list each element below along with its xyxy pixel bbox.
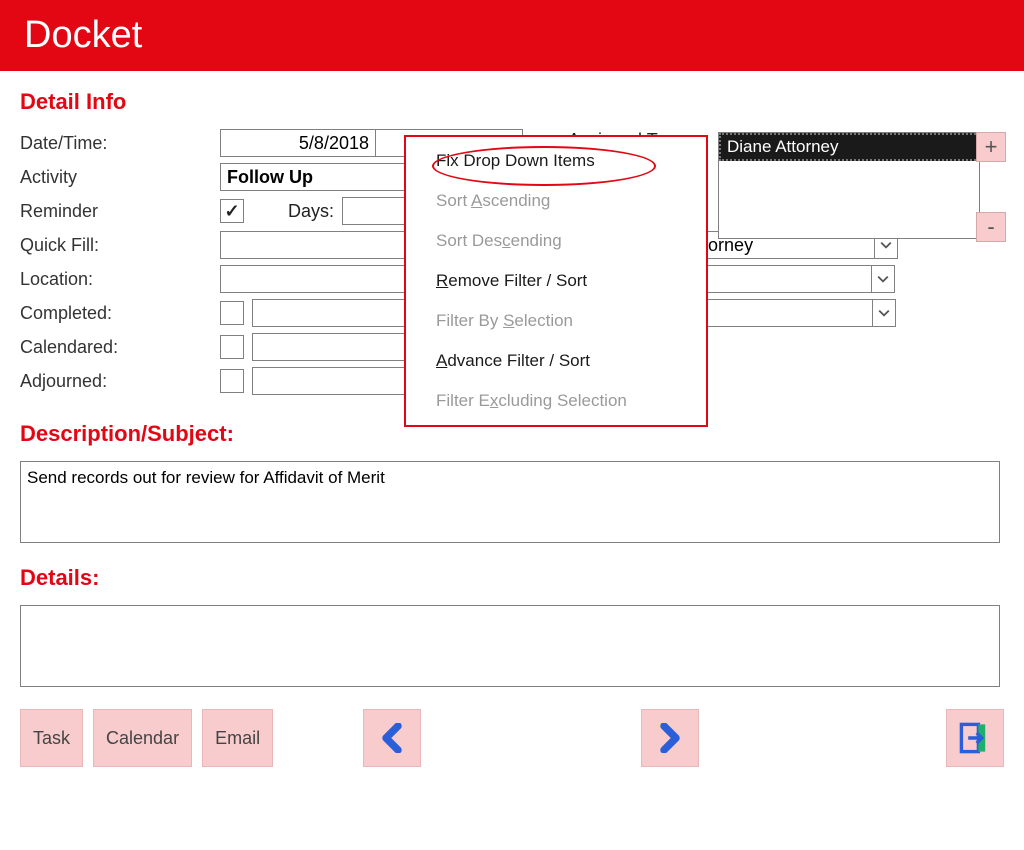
label-calendared: Calendared: bbox=[20, 337, 220, 358]
assigned-to-selected[interactable]: Diane Attorney bbox=[719, 133, 979, 161]
label-activity: Activity bbox=[20, 167, 220, 188]
chevron-right-icon bbox=[655, 723, 685, 753]
assigned-to-listbox[interactable]: Diane Attorney bbox=[718, 132, 980, 239]
prev-record-button[interactable] bbox=[363, 709, 421, 767]
menu-remove-filter[interactable]: Remove Filter / Sort bbox=[406, 261, 706, 301]
calendar-button[interactable]: Calendar bbox=[93, 709, 192, 767]
section-details: Details: bbox=[20, 565, 1004, 591]
completed-checkbox[interactable] bbox=[220, 301, 244, 325]
window-header: Docket bbox=[0, 0, 1024, 71]
menu-fix-dropdown[interactable]: Fix Drop Down Items bbox=[406, 141, 706, 181]
exit-button[interactable] bbox=[946, 709, 1004, 767]
window-title: Docket bbox=[24, 14, 142, 56]
date-input[interactable] bbox=[220, 129, 376, 157]
details-textarea[interactable] bbox=[20, 605, 1000, 687]
footer-toolbar: Task Calendar Email bbox=[0, 697, 1024, 779]
label-adjourned: Adjourned: bbox=[20, 371, 220, 392]
assigned-to-group: Assigned To: Diane Attorney bbox=[718, 132, 978, 239]
plus-icon: + bbox=[985, 134, 998, 160]
label-days: Days: bbox=[244, 201, 342, 222]
exit-icon bbox=[958, 721, 992, 755]
label-completed: Completed: bbox=[20, 303, 220, 324]
menu-sort-descending: Sort Descending bbox=[406, 221, 706, 261]
chevron-down-icon[interactable] bbox=[872, 300, 895, 326]
reminder-checkbox[interactable]: ✓ bbox=[220, 199, 244, 223]
menu-sort-ascending: Sort Ascending bbox=[406, 181, 706, 221]
chevron-down-icon[interactable] bbox=[871, 266, 894, 292]
description-textarea[interactable] bbox=[20, 461, 1000, 543]
calendared-checkbox[interactable] bbox=[220, 335, 244, 359]
email-button[interactable]: Email bbox=[202, 709, 273, 767]
menu-advance-filter[interactable]: Advance Filter / Sort bbox=[406, 341, 706, 381]
check-icon: ✓ bbox=[224, 201, 239, 222]
label-location: Location: bbox=[20, 269, 220, 290]
menu-filter-excluding: Filter Excluding Selection bbox=[406, 381, 706, 421]
label-datetime: Date/Time: bbox=[20, 133, 220, 154]
task-button[interactable]: Task bbox=[20, 709, 83, 767]
minus-icon: - bbox=[987, 214, 994, 240]
adjourned-checkbox[interactable] bbox=[220, 369, 244, 393]
menu-filter-by-selection: Filter By Selection bbox=[406, 301, 706, 341]
context-menu: Fix Drop Down Items Sort Ascending Sort … bbox=[404, 135, 708, 427]
remove-assignee-button[interactable]: - bbox=[976, 212, 1006, 242]
label-quickfill: Quick Fill: bbox=[20, 235, 220, 256]
add-assignee-button[interactable]: + bbox=[976, 132, 1006, 162]
section-detail-info: Detail Info bbox=[20, 89, 1004, 115]
next-record-button[interactable] bbox=[641, 709, 699, 767]
label-reminder: Reminder bbox=[20, 201, 220, 222]
chevron-left-icon bbox=[377, 723, 407, 753]
